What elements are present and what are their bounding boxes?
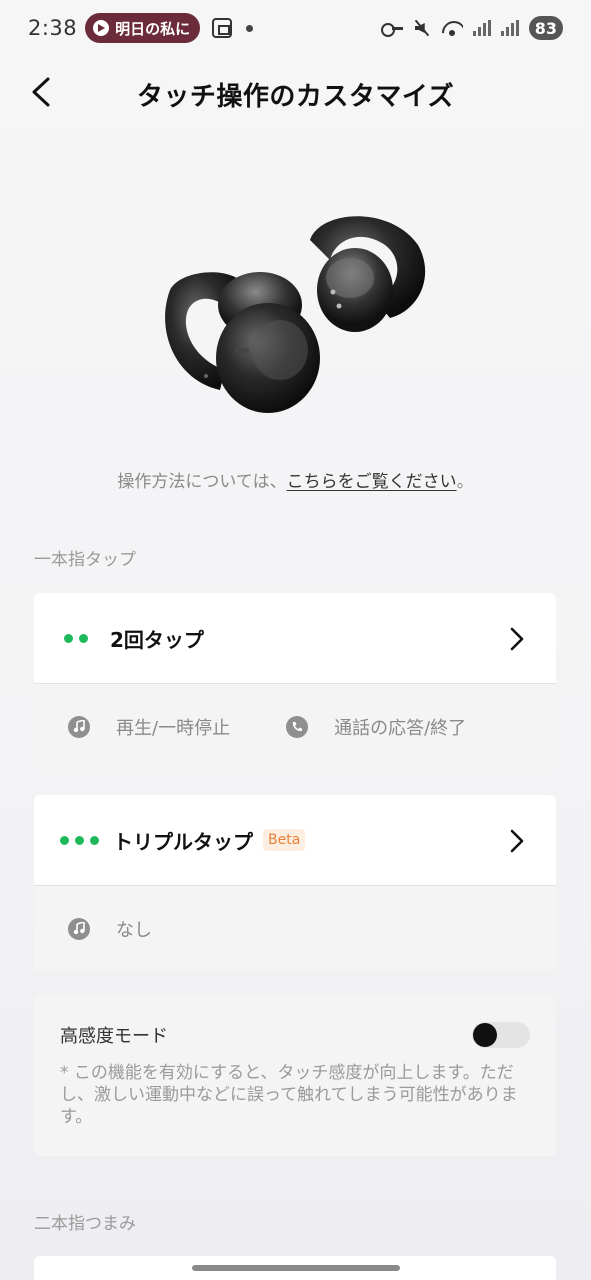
help-suffix: 。: [456, 472, 474, 492]
notification-pill[interactable]: 明日の私に: [85, 13, 201, 43]
status-time: 2:38: [28, 16, 78, 40]
music-note-icon: [68, 715, 90, 738]
vpn-key-icon: [380, 23, 403, 37]
triple-dot-icon: [60, 835, 99, 845]
help-text: 操作方法については、こちらをご覧ください。: [0, 467, 591, 492]
gesture-card-triple-tap: トリプルタップ Beta なし: [34, 795, 556, 971]
earbuds-image: [165, 216, 426, 413]
sensitivity-card: 高感度モード * この機能を有効にすると、タッチ感度が向上します。ただし、激しい…: [34, 996, 556, 1156]
phone-call-icon: [286, 715, 309, 738]
section-label-two-finger: 二本指つまみ: [34, 1214, 136, 1234]
notification-pill-text: 明日の私に: [115, 19, 191, 38]
sensitivity-note: * この機能を有効にすると、タッチ感度が向上します。ただし、激しい運動中などに誤…: [60, 1063, 518, 1127]
help-prefix: 操作方法については、: [117, 472, 287, 492]
gesture-title: トリプルタップ: [113, 829, 253, 854]
action-item: 通話の応答/終了: [286, 714, 466, 740]
signal-icon-2: [500, 20, 519, 36]
gesture-actions: なし: [34, 886, 556, 971]
screenshot-icon: [212, 18, 233, 38]
gesture-actions: 再生/一時停止 通話の応答/終了: [34, 684, 556, 769]
gesture-row-double-tap[interactable]: 2回タップ: [34, 593, 556, 684]
sensitivity-label: 高感度モード: [60, 1026, 168, 1047]
action-label: 再生/一時停止: [116, 717, 231, 739]
music-note-icon: [68, 917, 90, 940]
gesture-title: 2回タップ: [110, 627, 204, 652]
help-link[interactable]: こちらをご覧ください: [287, 472, 457, 492]
gesture-row-triple-tap[interactable]: トリプルタップ Beta: [34, 795, 556, 886]
action-item: なし: [68, 916, 152, 942]
chevron-right-icon: [510, 829, 524, 853]
signal-icon: [472, 20, 491, 36]
double-dot-icon: [64, 633, 88, 643]
section-label-one-finger: 一本指タップ: [34, 550, 136, 570]
beta-badge: Beta: [263, 829, 306, 851]
gesture-card-double-tap: 2回タップ 再生/一時停止 通話の応答/終了: [34, 593, 556, 769]
action-label: なし: [116, 919, 152, 941]
notification-dot-icon: [246, 24, 254, 32]
mute-icon: [413, 19, 431, 37]
status-bar: 2:38 明日の私に 83: [0, 0, 591, 56]
sensitivity-toggle[interactable]: [472, 1022, 530, 1048]
play-circle-icon: [93, 20, 110, 36]
nav-header: タッチ操作のカスタマイズ: [0, 60, 591, 124]
wifi-icon: [441, 19, 463, 37]
action-label: 通話の応答/終了: [334, 717, 467, 739]
battery-indicator: 83: [528, 16, 563, 40]
action-item: 再生/一時停止: [68, 714, 230, 740]
chevron-right-icon: [510, 627, 524, 651]
toggle-knob: [473, 1023, 497, 1047]
sensitivity-row: 高感度モード: [60, 1022, 530, 1048]
page-title: タッチ操作のカスタマイズ: [136, 82, 455, 112]
home-indicator[interactable]: [192, 1265, 400, 1271]
